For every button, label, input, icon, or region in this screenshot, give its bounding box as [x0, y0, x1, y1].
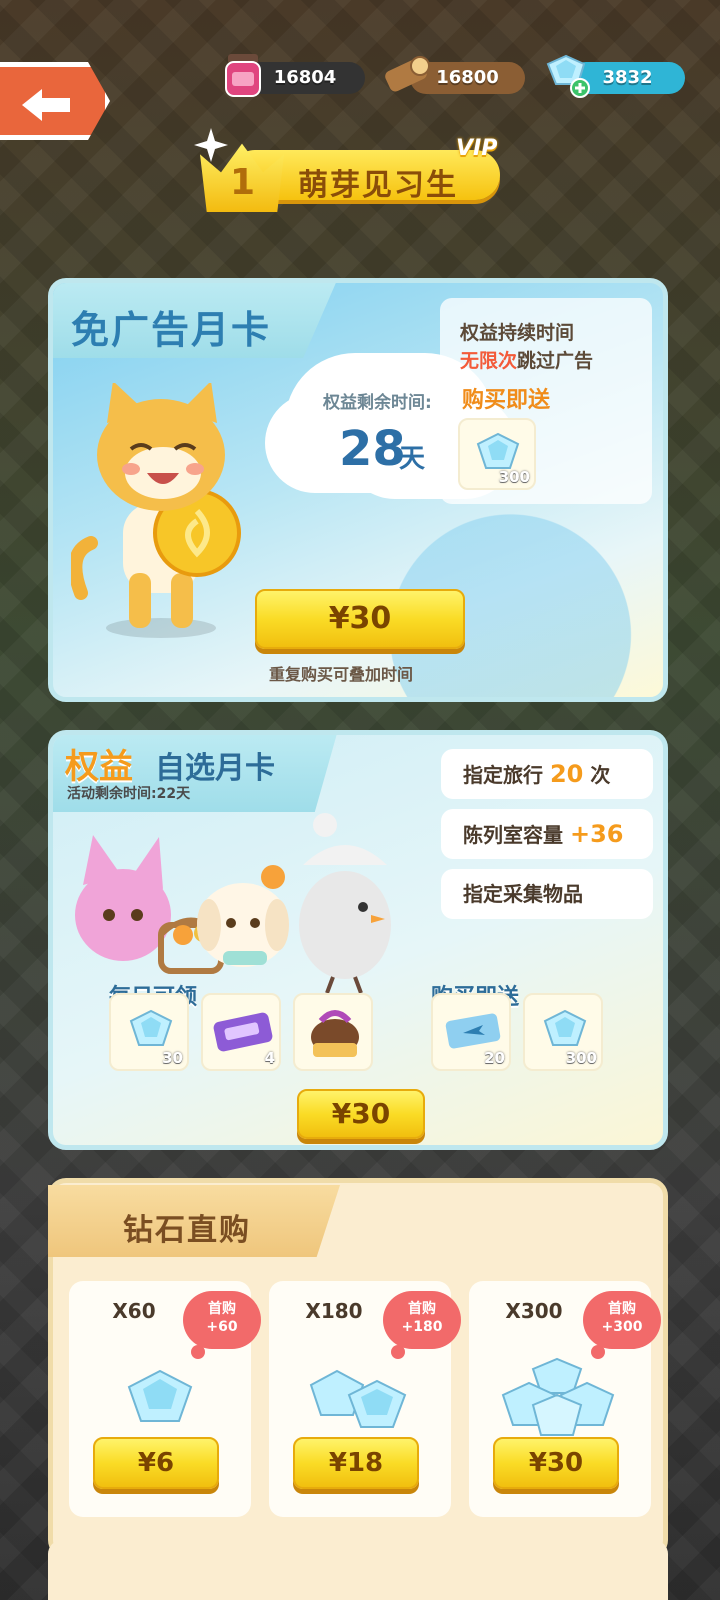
- adfree-price: ¥30: [328, 601, 392, 636]
- diamond-small-icon: [127, 1369, 193, 1422]
- shop-price: ¥18: [328, 1448, 384, 1478]
- shop-qty: X180: [305, 1299, 363, 1323]
- benefit-line2: 无限次跳过广告: [460, 346, 593, 373]
- select-card: 权益 自选月卡 活动剩余时间:22天 指定旅行 20 次 陈列室容量 +36 指…: [48, 730, 668, 1150]
- friends-mascot-icon: [75, 813, 391, 994]
- first-purchase-badge: 首购 +300: [583, 1291, 661, 1359]
- shop-buy-button[interactable]: ¥18: [293, 1437, 419, 1489]
- perk-capacity: 陈列室容量 +36: [441, 809, 653, 859]
- select-title-b: 自选月卡: [155, 751, 275, 786]
- gift-tile: 300: [458, 418, 536, 490]
- first-label: 首购: [208, 1301, 236, 1317]
- shop-item[interactable]: X300 首购 +300 ¥30: [469, 1281, 661, 1517]
- shop-buy-button[interactable]: ¥6: [93, 1437, 219, 1489]
- shop-qty: X300: [505, 1299, 563, 1323]
- first-label: 首购: [608, 1301, 636, 1317]
- wood-log-icon: [385, 56, 430, 92]
- select-price: ¥30: [331, 1097, 391, 1130]
- daily-qty: 4: [264, 1049, 275, 1067]
- perk-text: 指定旅行: [463, 763, 543, 787]
- gift-qty: 300: [498, 468, 530, 486]
- vip-tag: VIP: [456, 136, 498, 161]
- wood-value: 16800: [436, 67, 499, 88]
- perk-travel: 指定旅行 20 次: [441, 749, 653, 799]
- remaining-value: 28: [339, 421, 406, 477]
- diamond-icon: [543, 1009, 587, 1046]
- adfree-card: 免广告月卡 权益剩余时间: 28 天 权益持续时间 无限次跳过广告 购买即送 3…: [48, 278, 668, 702]
- daily-qty: 30: [162, 1049, 183, 1067]
- jam-value: 16804: [273, 67, 337, 88]
- vip-banner[interactable]: 1 萌芽见习生 VIP: [200, 136, 500, 212]
- diamond-pair-icon: [309, 1369, 407, 1428]
- gift-label: 购买即送: [462, 388, 551, 413]
- shop-item[interactable]: X180 首购 +180 ¥18: [269, 1281, 461, 1517]
- cat-mascot-icon: [71, 383, 241, 638]
- remaining-label: 权益剩余时间:: [323, 393, 432, 413]
- adfree-buy-button[interactable]: ¥30: [255, 589, 465, 649]
- first-label: 首购: [408, 1301, 436, 1317]
- gift-qty: 20: [484, 1049, 505, 1067]
- diamond-pile-icon: [501, 1357, 615, 1436]
- adfree-note: 重复购买可叠加时间: [269, 665, 414, 684]
- perk-collect: 指定采集物品: [441, 869, 653, 919]
- vip-name: 萌芽见习生: [298, 168, 458, 203]
- vip-level: 1: [230, 162, 256, 203]
- remaining-unit: 天: [399, 444, 426, 474]
- shop-item[interactable]: X60 首购 +60 ¥6: [69, 1281, 261, 1517]
- next-row-peek: [48, 1540, 668, 1600]
- plane-ticket-icon: [445, 1013, 501, 1049]
- daily-item-diamond: 30: [109, 993, 189, 1071]
- first-purchase-badge: 首购 +180: [383, 1291, 461, 1359]
- select-subtitle: 活动剩余时间:22天: [67, 786, 191, 802]
- first-bonus: +300: [601, 1319, 643, 1335]
- arrow-left-icon: [22, 89, 70, 121]
- first-bonus: +180: [401, 1319, 443, 1335]
- shop-title: 钻石直购: [123, 1213, 251, 1248]
- shop-buy-button[interactable]: ¥30: [493, 1437, 619, 1489]
- daily-item-ticket: 4: [201, 993, 281, 1071]
- perk-num: +36: [569, 820, 624, 848]
- perk-num: 20: [549, 760, 584, 788]
- diamond-value: 3832: [602, 67, 653, 88]
- benefit-rest: 跳过广告: [517, 350, 594, 372]
- gift-item-diamond: 300: [523, 993, 603, 1071]
- daily-item-mystery: [293, 993, 373, 1071]
- first-bonus: +60: [206, 1319, 238, 1335]
- gift-item-plane-ticket: 20: [431, 993, 511, 1071]
- benefit-highlight: 无限次: [460, 350, 518, 372]
- mystery-item-icon: [311, 1010, 359, 1057]
- shop-price: ¥30: [528, 1448, 584, 1478]
- perk-text: 次: [590, 763, 611, 787]
- benefit-line1: 权益持续时间: [460, 322, 575, 344]
- select-title-a: 权益: [65, 747, 133, 787]
- benefit-box: 权益持续时间 无限次跳过广告 购买即送 300: [440, 298, 652, 504]
- gift-qty: 300: [565, 1049, 597, 1067]
- shop-price: ¥6: [137, 1448, 175, 1478]
- diamond-icon: [129, 1009, 173, 1046]
- perk-text: 指定采集物品: [463, 882, 583, 906]
- perk-text: 陈列室容量: [463, 823, 563, 847]
- jam-jar-icon: [225, 54, 261, 97]
- back-button[interactable]: [0, 62, 110, 140]
- adfree-title: 免广告月卡: [71, 308, 272, 352]
- select-buy-button[interactable]: ¥30: [297, 1089, 425, 1139]
- diamond-plus-icon[interactable]: [538, 50, 594, 100]
- sparkle-icon: [194, 128, 228, 162]
- diamond-shop: 钻石直购 X60 首购 +60 ¥6 X180 首购 +180 ¥18 X300…: [48, 1178, 668, 1558]
- shop-qty: X60: [112, 1299, 156, 1323]
- first-purchase-badge: 首购 +60: [183, 1291, 261, 1359]
